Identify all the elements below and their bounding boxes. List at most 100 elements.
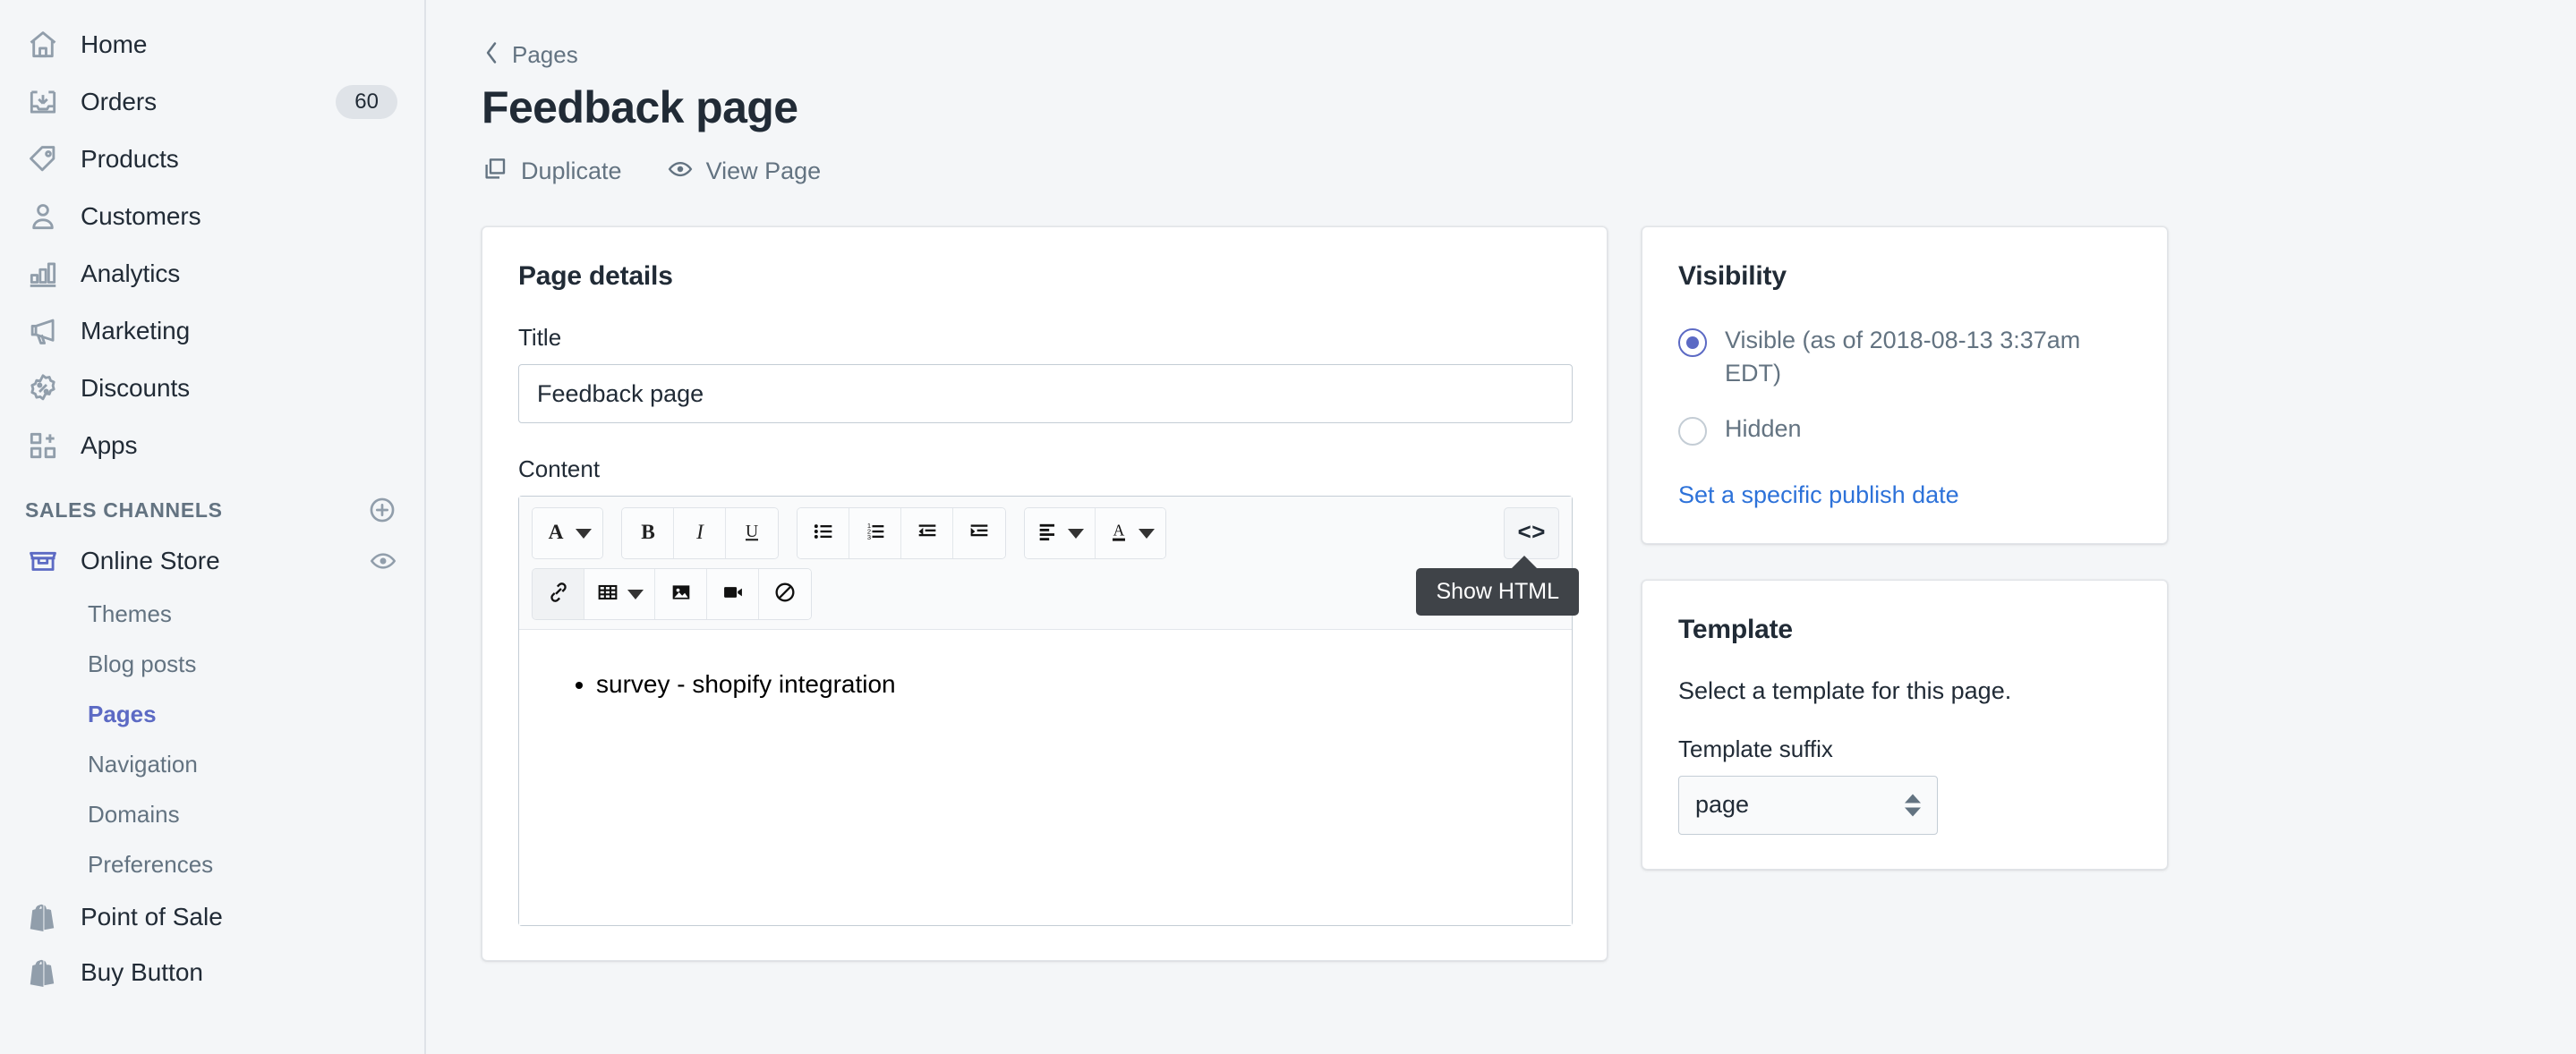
sidebar-item-products[interactable]: Products [0,131,424,188]
serif-A-icon: A [543,519,568,548]
underline-button[interactable]: U [726,508,778,558]
orders-count-badge: 60 [336,85,397,119]
set-publish-date-link[interactable]: Set a specific publish date [1678,481,1959,509]
indent-button[interactable] [953,508,1005,558]
svg-text:I: I [695,521,704,544]
sidebar-item-customers[interactable]: Customers [0,188,424,245]
show-html-wrapper: <> Show HTML [1416,507,1579,616]
sidebar-item-discounts[interactable]: Discounts [0,360,424,417]
editor-content-area[interactable]: survey - shopify integration [519,630,1572,925]
page-actions: Duplicate View Page [482,156,2504,187]
title-input[interactable] [518,364,1573,423]
sidebar-item-label: Apps [81,431,138,459]
underline-icon: U [739,519,764,548]
page-details-title: Page details [518,261,673,291]
template-suffix-label: Template suffix [1678,735,1833,762]
show-html-button[interactable]: <> [1504,507,1559,559]
sidebar-item-domains[interactable]: Domains [0,789,424,839]
sidebar-item-point-of-sale[interactable]: Point of Sale [0,889,424,945]
template-suffix-select[interactable]: page [1678,775,1938,835]
outdent-button[interactable] [901,508,953,558]
title-field-label: Title [518,324,562,351]
font-group: A [532,507,603,559]
app-root: Home Orders 60 Products Customers Analyt… [0,0,2576,1054]
chevron-down-icon [627,589,644,599]
font-family-button[interactable]: A [533,508,602,558]
page-details-card: Page details Title Content [482,226,1608,961]
sidebar-item-apps[interactable]: Apps [0,417,424,474]
eye-icon[interactable] [369,547,397,575]
visibility-option-visible[interactable]: Visible (as of 2018-08-13 3:37am EDT) [1678,324,2133,391]
visibility-title: Visibility [1678,261,1787,291]
insert-table-button[interactable] [584,569,655,619]
svg-text:3: 3 [866,532,870,540]
align-left-icon [1036,519,1061,548]
sidebar-item-orders[interactable]: Orders 60 [0,73,424,131]
online-store-icon [25,543,61,579]
sidebar-item-label: Preferences [88,850,214,878]
content-editor: A B I U 1 2 3 A <> Show HTML • survey - … [518,496,1579,926]
sidebar-item-pages[interactable]: Pages [0,689,424,739]
visibility-visible-label: Visible (as of 2018-08-13 3:37am EDT) [1725,327,2081,387]
duplicate-button[interactable]: Duplicate [482,156,622,187]
breadcrumb-label: Pages [512,41,578,68]
bold-icon: B [635,519,661,548]
insert-image-button[interactable] [655,569,707,619]
insert-video-button[interactable] [707,569,759,619]
editor-toolbar-row-2 [532,568,1559,620]
radio-visible[interactable] [1678,328,1707,357]
list-item: survey - shopify integration [596,666,1572,703]
insert-group [532,568,812,620]
sidebar-item-label: Buy Button [81,958,203,986]
visibility-hidden-label: Hidden [1725,414,1802,442]
sidebar-item-analytics[interactable]: Analytics [0,245,424,302]
insert-link-button[interactable] [533,569,584,619]
sidebar-item-preferences[interactable]: Preferences [0,839,424,889]
view-page-label: View Page [705,157,822,184]
sidebar-item-blog-posts[interactable]: Blog posts [0,639,424,689]
sidebar-item-label: Home [81,30,148,58]
chevron-left-icon [482,41,501,69]
view-page-button[interactable]: View Page [667,156,822,187]
chevron-down-icon [1139,528,1155,539]
sidebar-item-themes[interactable]: Themes [0,589,424,639]
bullet-list-button[interactable] [798,508,849,558]
italic-button[interactable]: I [674,508,726,558]
bold-button[interactable]: B [622,508,674,558]
sidebar-item-marketing[interactable]: Marketing [0,302,424,360]
numbered-list-button[interactable]: 123 [849,508,901,558]
sidebar-item-buy-button[interactable]: Buy Button [0,945,424,1000]
align-button[interactable] [1025,508,1096,558]
sidebar-item-home[interactable]: Home [0,16,424,73]
content-field-label: Content [518,455,601,482]
sidebar-item-label: Blog posts [88,650,197,677]
sidebar-item-label: Point of Sale [81,903,223,931]
shopify-bag-icon [25,899,61,935]
orders-icon [25,84,61,120]
style-group: B I U [621,507,779,559]
breadcrumb[interactable]: Pages [482,41,2504,69]
page-title: Feedback page [482,82,798,132]
plus-circle-icon[interactable] [367,495,397,525]
sales-channels-title: SALES CHANNELS [25,497,223,522]
sidebar-item-navigation[interactable]: Navigation [0,739,424,789]
svg-text:B: B [641,521,655,544]
font-color-button[interactable]: A [1096,508,1165,558]
clear-formatting-button[interactable] [759,569,811,619]
visibility-option-hidden[interactable]: Hidden [1678,412,2133,446]
marketing-megaphone-icon [25,313,61,349]
apps-grid-icon [25,428,61,463]
editor-bullet-list: survey - shopify integration [596,666,1572,703]
bullet-list-icon [811,519,836,548]
stepper-arrows-icon [1905,794,1921,817]
sidebar-item-label: Pages [88,700,157,727]
sidebar-item-label: Customers [81,202,201,230]
radio-hidden[interactable] [1678,416,1707,446]
svg-text:A: A [1113,521,1125,539]
content-columns: Page details Title Content [482,226,2504,961]
italic-icon: I [687,519,712,548]
sidebar-item-online-store[interactable]: Online Store [0,533,424,589]
sidebar-item-label: Navigation [88,750,198,778]
duplicate-icon [482,156,508,187]
outdent-icon [915,519,940,548]
